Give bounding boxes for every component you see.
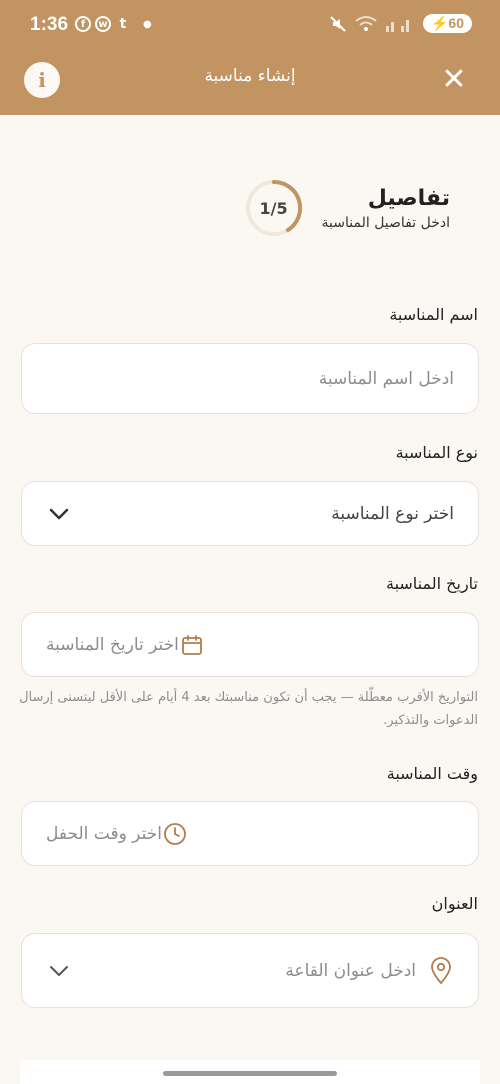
event-time-label: وقت المناسبة (386, 764, 478, 783)
status-right: ⚡60 (329, 14, 472, 33)
event-date-picker[interactable]: اختر تاريخ المناسبة (21, 612, 479, 677)
status-bar: 1:36 f w t ● ⚡60 (0, 0, 500, 52)
step-subtitle: ادخل تفاصيل المناسبة (321, 214, 450, 231)
app-header: 1:36 f w t ● ⚡60 i إنشاء مناسبة ✕ (0, 0, 500, 115)
status-time: 1:36 (30, 14, 69, 35)
close-button[interactable]: ✕ (436, 62, 472, 98)
whatsapp-icon: w (95, 16, 111, 32)
event-date-placeholder: اختر تاريخ المناسبة (46, 634, 179, 655)
chevron-down-icon (46, 501, 72, 527)
signal-icon (385, 19, 409, 32)
step-progress-label: 1/5 (259, 198, 288, 218)
event-name-label: اسم المناسبة (389, 305, 478, 324)
address-label: العنوان (431, 894, 478, 913)
step-title: تفاصيل (367, 185, 450, 211)
home-indicator[interactable] (163, 1071, 337, 1076)
mute-icon (330, 15, 346, 32)
event-time-placeholder: اختر وقت الحفل (46, 823, 162, 844)
event-name-input[interactable]: ادخل اسم المناسبة (21, 343, 479, 414)
close-icon: ✕ (441, 62, 467, 97)
event-type-placeholder: اختر نوع المناسبة (331, 503, 454, 524)
location-pin-icon (428, 956, 454, 984)
event-date-label: تاريخ المناسبة (385, 574, 478, 593)
event-time-picker[interactable]: اختر وقت الحفل (21, 801, 479, 866)
battery-level: 60 (448, 15, 464, 31)
event-date-helper-text: التواريخ الأقرب معطّلة — يجب أن تكون منا… (19, 690, 478, 728)
facebook-icon: f (75, 16, 91, 32)
address-input[interactable]: ادخل عنوان القاعة (21, 933, 479, 1008)
progress-ring: 1/5 (244, 178, 304, 238)
battery-indicator: ⚡60 (422, 14, 472, 33)
tiktok-icon: t (119, 16, 127, 32)
address-placeholder: ادخل عنوان القاعة (285, 960, 416, 981)
chevron-down-icon[interactable] (46, 958, 72, 984)
dot-icon: ● (143, 18, 152, 30)
clock-icon (162, 821, 188, 847)
step-indicator: 1/5 تفاصيل ادخل تفاصيل المناسبة (244, 176, 450, 240)
page-title: إنشاء مناسبة (204, 66, 296, 86)
wifi-icon (355, 15, 377, 31)
event-name-placeholder: ادخل اسم المناسبة (318, 368, 454, 389)
calendar-icon (179, 632, 205, 658)
status-app-icons: f w t ● (75, 16, 152, 32)
event-type-label: نوع المناسبة (395, 443, 478, 462)
event-type-select[interactable]: اختر نوع المناسبة (21, 481, 479, 546)
